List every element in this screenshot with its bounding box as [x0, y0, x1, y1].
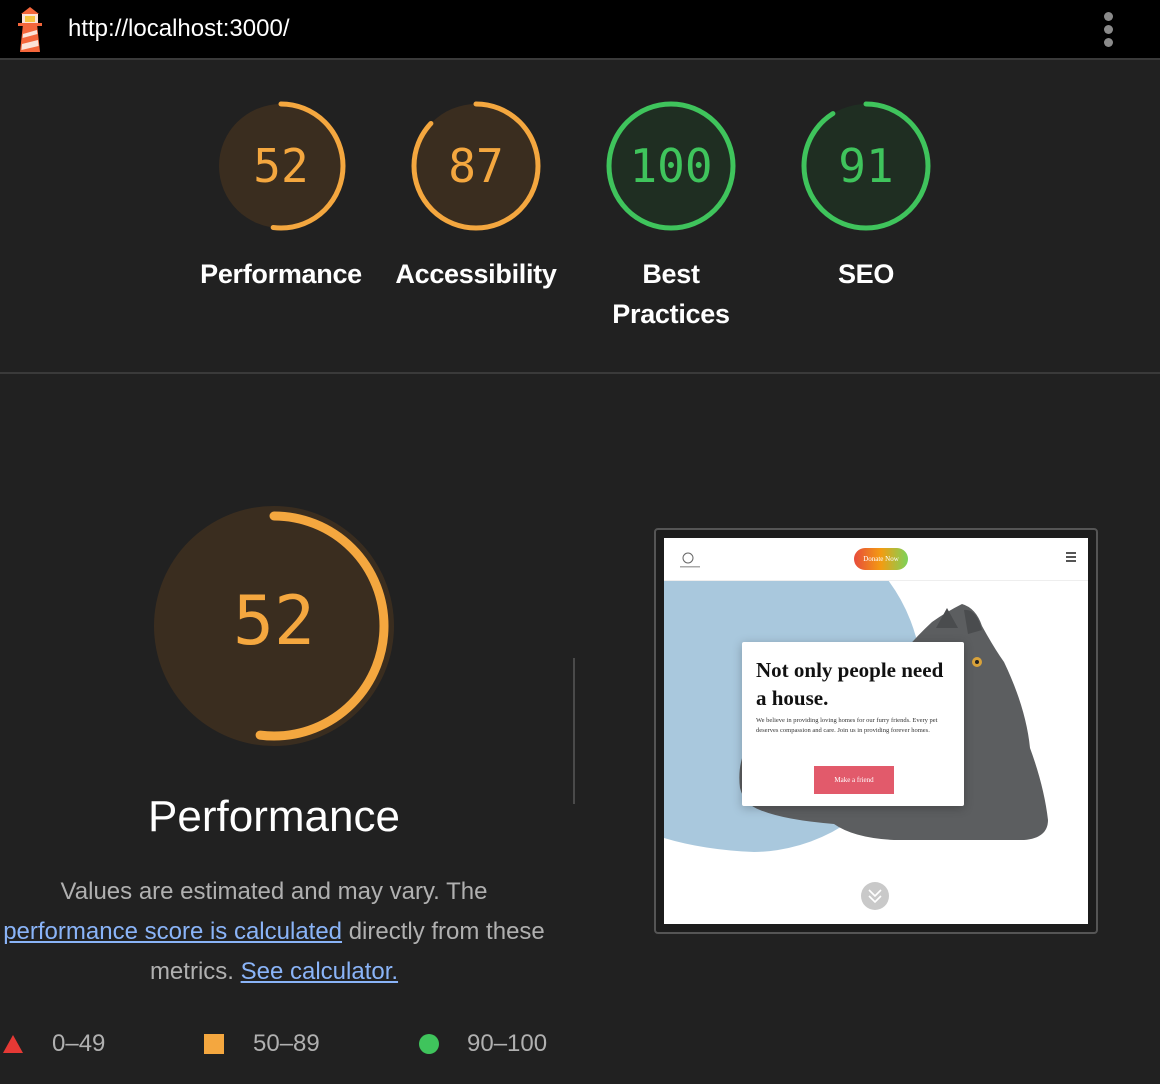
legend-fail-range: 0–49	[52, 1030, 106, 1057]
final-screenshot[interactable]: Donate Now Not only people need a house.…	[654, 528, 1098, 934]
gauge-score: 87	[448, 139, 503, 193]
gauge-ring: 91	[801, 101, 931, 231]
legend-average-range: 50–89	[253, 1030, 320, 1057]
hero-body: We believe in providing loving homes for…	[756, 717, 938, 734]
legend-pass-range: 90–100	[467, 1030, 548, 1057]
circle-icon	[419, 1034, 439, 1054]
gauge-accessibility[interactable]: 87 Accessibility	[381, 62, 571, 294]
menu-dot	[1104, 12, 1113, 21]
screenshot-nav: Donate Now	[664, 538, 1088, 581]
score-legend: 0–49 50–89 90–100	[0, 1024, 1160, 1064]
gauge-ring: 52	[216, 101, 346, 231]
gauge-performance[interactable]: 52 Performance	[186, 62, 376, 294]
performance-gauge-large: 52	[154, 506, 394, 746]
gauge-score: 52	[253, 139, 308, 193]
gauge-ring: 100	[606, 101, 736, 231]
gauge-score: 100	[629, 139, 712, 193]
gauge-best-practices[interactable]: 100 Best Practices	[576, 62, 766, 334]
gauge-label: Performance	[200, 259, 362, 289]
score-calculated-link[interactable]: performance score is calculated	[3, 918, 342, 945]
donate-button[interactable]: Donate Now	[854, 548, 908, 570]
hamburger-icon[interactable]	[1066, 552, 1076, 564]
gauge-score: 91	[838, 139, 893, 193]
top-bar: http://localhost:3000/	[0, 0, 1160, 60]
kebab-menu-icon[interactable]	[1096, 12, 1122, 48]
square-icon	[204, 1034, 224, 1054]
performance-description: Values are estimated and may vary. The p…	[0, 872, 548, 992]
gauge-ring: 87	[411, 101, 541, 231]
score-gauges: 52 Performance 87 Accessibility 100 Best…	[0, 62, 1160, 372]
hero-card: Not only people need a house. We believe…	[742, 642, 964, 806]
triangle-icon	[3, 1035, 23, 1053]
menu-dot	[1104, 38, 1113, 47]
gauge-label: SEO	[837, 259, 895, 289]
make-a-friend-button[interactable]: Make a friend	[814, 766, 894, 794]
gauge-label: Best Practices	[612, 259, 730, 329]
gauge-label: Accessibility	[395, 259, 557, 289]
lighthouse-icon	[18, 7, 42, 52]
see-calculator-link[interactable]: See calculator.	[241, 958, 398, 985]
site-logo-icon	[680, 552, 700, 568]
page-url: http://localhost:3000/	[68, 15, 290, 42]
vertical-divider	[573, 658, 575, 804]
section-divider	[0, 372, 1160, 374]
performance-score: 52	[233, 582, 315, 661]
desc-text: Values are estimated and may vary. The	[60, 878, 488, 905]
menu-dot	[1104, 25, 1113, 34]
performance-title: Performance	[148, 792, 400, 841]
hero-heading: Not only people need a house.	[756, 658, 944, 710]
screenshot-page: Donate Now Not only people need a house.…	[664, 538, 1088, 924]
gauge-seo[interactable]: 91 SEO	[771, 62, 961, 294]
